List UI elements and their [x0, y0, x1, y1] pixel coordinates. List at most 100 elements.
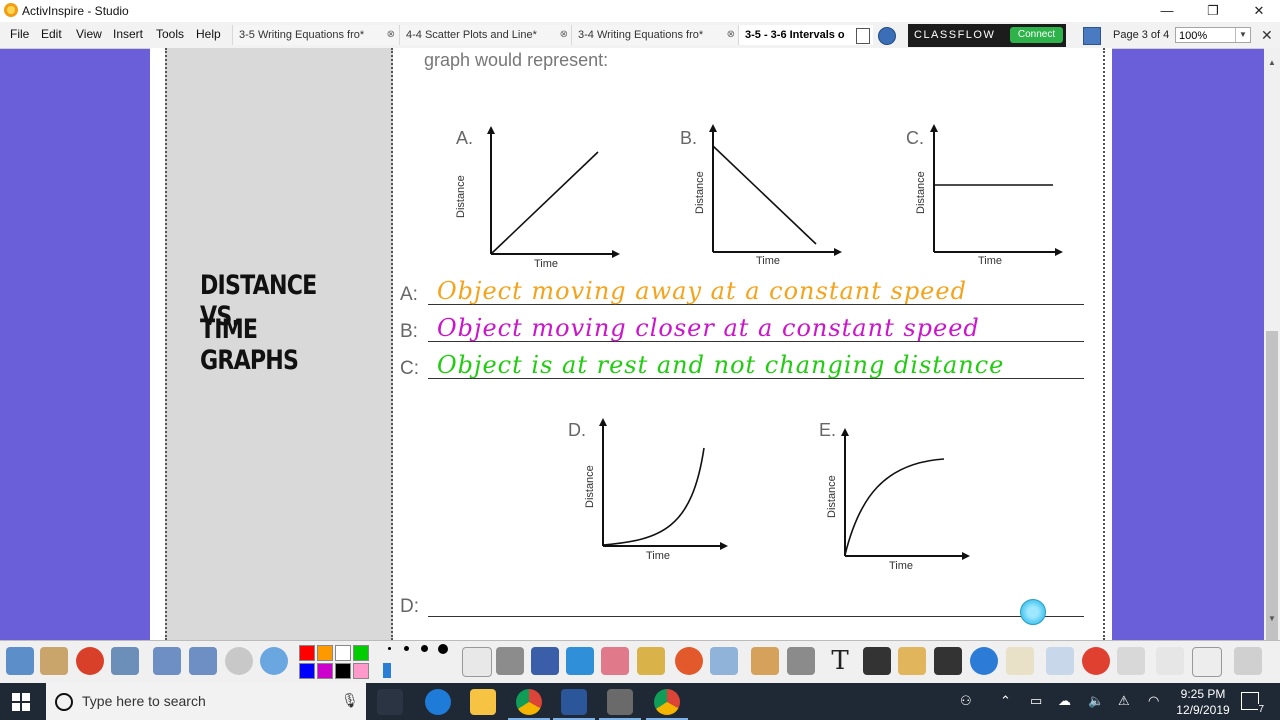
scroll-down-icon[interactable]: ▼ [1264, 614, 1280, 623]
close-button[interactable]: ✕ [1236, 0, 1280, 22]
tab-close-icon[interactable]: ⊗ [560, 25, 568, 45]
highlighter-icon[interactable] [566, 647, 594, 675]
classflow-connect-button[interactable]: Connect [1010, 27, 1063, 43]
wifi-icon[interactable]: ◠ [1148, 693, 1159, 709]
menu-file[interactable]: File [10, 27, 29, 41]
undo-icon[interactable] [1117, 647, 1145, 675]
tab-4-4-scatter-plots[interactable]: 4-4 Scatter Plots and Line* ⊗ [399, 25, 572, 45]
color-swatch-green[interactable] [353, 645, 369, 661]
graph-a-x-arrow [612, 250, 620, 258]
battery-icon[interactable]: ▭ [1030, 693, 1042, 709]
pen-width-2[interactable] [404, 646, 409, 651]
read-only-icon[interactable] [934, 647, 962, 675]
select-tool-icon[interactable] [462, 647, 492, 677]
next-page-icon[interactable] [189, 647, 217, 675]
connector-icon[interactable] [710, 647, 738, 675]
file-explorer-icon[interactable] [470, 689, 496, 715]
system-clock[interactable]: 9:25 PM 12/9/2019 [1172, 686, 1234, 718]
menu-view[interactable]: View [76, 27, 102, 41]
shape-recognition-icon[interactable] [751, 647, 779, 675]
navigation-icon[interactable] [878, 27, 896, 45]
edge-icon[interactable] [425, 689, 451, 715]
color-swatch-pink[interactable] [353, 663, 369, 679]
tab-3-4-writing-equations[interactable]: 3-4 Writing Equations fro* ⊗ [571, 25, 739, 45]
resources-icon[interactable] [260, 647, 288, 675]
previous-page-icon[interactable] [153, 647, 181, 675]
menu-help[interactable]: Help [196, 27, 221, 41]
activinspire-taskbar-icon[interactable] [607, 689, 633, 715]
dual-user-icon[interactable] [76, 647, 104, 675]
activinspire-icon [4, 3, 18, 17]
pen-width-1[interactable] [388, 647, 391, 650]
main-menu-icon[interactable] [6, 647, 34, 675]
zoom-select[interactable]: 100% ▼ [1175, 27, 1251, 43]
pen-width-3[interactable] [421, 645, 428, 652]
flipchart-page[interactable]: DISTANCE VS. TIME GRAPHS graph would rep… [150, 48, 1112, 640]
tab-list-icon[interactable] [856, 28, 870, 44]
tools-icon[interactable] [496, 647, 524, 675]
page-settings-icon[interactable] [111, 647, 139, 675]
color-swatch-black[interactable] [335, 663, 351, 679]
tab-3-5-writing-equations[interactable]: 3-5 Writing Equations fro* ⊗ [232, 25, 399, 45]
eraser-icon[interactable] [601, 647, 629, 675]
vertical-scrollbar[interactable]: ▲ ▼ [1264, 48, 1280, 656]
color-swatch-orange[interactable] [317, 645, 333, 661]
menu-tools[interactable]: Tools [156, 27, 184, 41]
tab-close-icon[interactable]: ⊗ [727, 25, 735, 45]
graph-e-x-arrow [962, 552, 970, 560]
close-document-icon[interactable]: ✕ [1261, 27, 1273, 44]
onedrive-icon[interactable]: ☁ [1058, 693, 1071, 709]
page-sorter-icon[interactable] [1083, 27, 1101, 45]
graph-b-xlabel: Time [756, 255, 781, 267]
taskbar-search-box[interactable]: Type here to search 🎙 [46, 683, 366, 720]
browsers-icon[interactable] [40, 647, 68, 675]
pen-tool-icon[interactable] [531, 647, 559, 675]
play-icon[interactable] [225, 647, 253, 675]
chevron-down-icon[interactable]: ▼ [1235, 28, 1250, 42]
show-hidden-icons[interactable]: ⌃ [1000, 693, 1011, 709]
text-tool-icon[interactable]: T [826, 647, 854, 675]
search-placeholder: Type here to search [82, 693, 206, 709]
microphone-icon[interactable]: 🎙 [341, 692, 359, 709]
menu-insert[interactable]: Insert [113, 27, 143, 41]
action-center-warning-icon[interactable]: ⚠ [1118, 693, 1130, 709]
windows-start-icon[interactable] [12, 693, 30, 711]
color-swatch-red[interactable] [299, 645, 315, 661]
task-view-icon[interactable] [377, 689, 403, 715]
restore-button[interactable]: ❐ [1190, 0, 1236, 22]
redo-icon[interactable] [1156, 647, 1184, 675]
tab-label: 3-4 Writing Equations fro* [578, 29, 704, 41]
shape-tool-icon[interactable] [675, 647, 703, 675]
chrome-icon-2[interactable] [654, 689, 680, 715]
web-browser-icon[interactable] [970, 647, 998, 675]
menu-edit[interactable]: Edit [41, 27, 62, 41]
scrollbar-thumb[interactable] [1266, 331, 1278, 656]
calculator-icon[interactable] [863, 647, 891, 675]
color-swatch-blue[interactable] [299, 663, 315, 679]
word-icon[interactable] [561, 689, 587, 715]
chrome-icon[interactable] [516, 689, 542, 715]
page-icon[interactable] [1192, 647, 1222, 677]
tab-3-5-3-6-intervals[interactable]: 3-5 - 3-6 Intervals o [738, 25, 873, 45]
color-swatch-magenta[interactable] [317, 663, 333, 679]
graph-c [930, 124, 1063, 256]
people-icon[interactable]: ⚇ [960, 693, 972, 709]
minimize-button[interactable]: — [1144, 0, 1190, 22]
clear-icon[interactable] [1046, 647, 1074, 675]
designer-mode-icon[interactable] [1234, 647, 1262, 675]
pen-width-4[interactable] [438, 644, 448, 654]
graph-a [487, 126, 620, 258]
handwriting-recognition-icon[interactable] [898, 647, 926, 675]
scroll-up-icon[interactable]: ▲ [1264, 58, 1280, 67]
volume-icon[interactable]: 🔈 [1088, 693, 1104, 709]
notifications-icon[interactable]: 7 [1241, 692, 1264, 715]
answer-d-letter: D: [400, 596, 419, 617]
reset-page-icon[interactable] [1082, 647, 1110, 675]
pen-width-slider[interactable] [383, 663, 391, 678]
clip-icon[interactable] [787, 647, 815, 675]
color-swatch-white[interactable] [335, 645, 351, 661]
spellcheck-icon[interactable] [1006, 647, 1034, 675]
fill-tool-icon[interactable] [637, 647, 665, 675]
notification-count: 7 [1258, 704, 1264, 715]
tab-close-icon[interactable]: ⊗ [387, 25, 395, 45]
